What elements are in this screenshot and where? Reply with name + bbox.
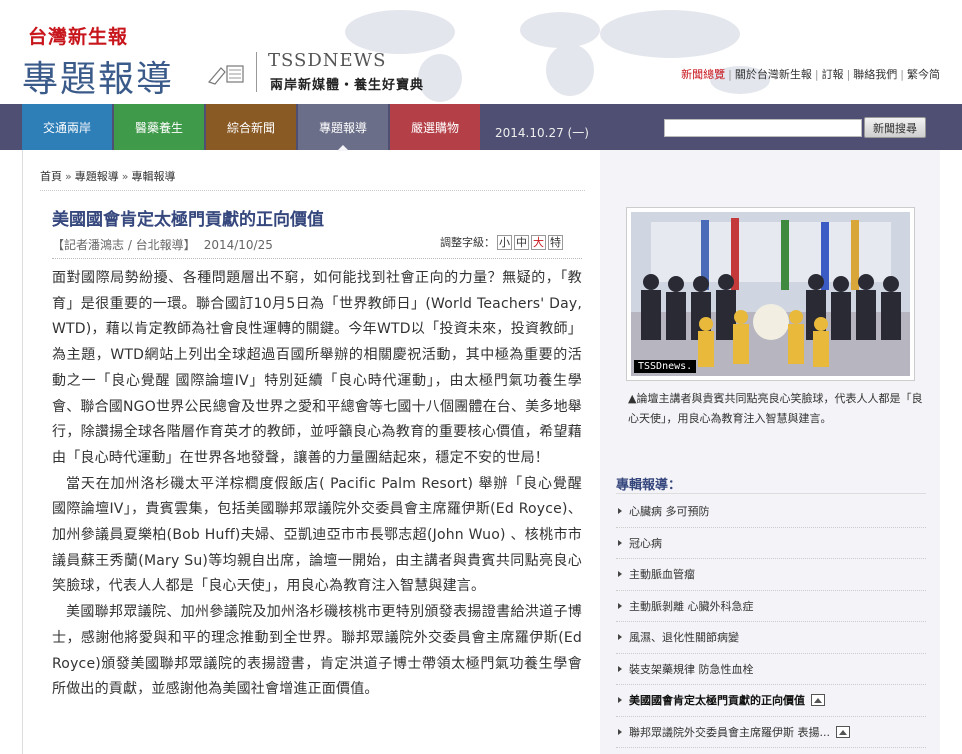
tab-cross-strait[interactable]: 交通兩岸 [22,104,112,150]
list-item-label: 主動脈血管瘤 [629,568,695,582]
bullet-arrow-icon [618,697,622,704]
top-links: 新聞總覽 | 關於台灣新生報 | 訂報 | 聯絡我們 | 繁今简 [681,68,940,81]
bullet-arrow-icon [618,571,622,578]
image-icon [836,725,850,738]
list-item[interactable]: 裝支架藥規律 防急性血栓 [616,654,926,685]
list-item[interactable]: 主動脈血管瘤 [616,559,926,591]
tab-special-report[interactable]: 專題報導 [298,104,388,151]
list-item-label: 風濕、退化性關節病變 [629,631,739,645]
breadcrumb-special-report[interactable]: 專題報導 [75,170,119,183]
tab-health[interactable]: 醫藥養生 [114,104,204,150]
sidebar-title: 專輯報導： [616,478,682,493]
byline-date: 2014/10/25 [203,238,273,252]
bullet-arrow-icon [618,634,622,641]
list-item[interactable]: 風濕、退化性關節病變 [616,622,926,654]
list-item-current[interactable]: 美國國會肯定太極門貢獻的正向價值 [616,685,926,717]
site-header: 台灣新生報 專題報導 TSSDNEWS 兩岸新媒體・養生好寶典 新聞總覽 | 關於台… [0,0,962,104]
bullet-arrow-icon [618,728,622,735]
list-item-label: 冠心病 [629,536,662,550]
search-input[interactable] [664,119,862,137]
list-item-label: 心臟病 多可預防 [629,505,710,519]
list-item[interactable]: 心臟病 多可預防 [616,496,926,528]
image-icon [811,694,825,707]
font-size-large-button[interactable]: 大 [531,234,546,250]
list-item-label: 美國國會肯定太極門貢獻的正向價值 [629,694,805,708]
article-paragraph: 面對國際局勢紛擾、各種問題層出不窮，如何能找到社會正向的力量？無疑的，「教育」是… [52,270,582,466]
font-size-control: 調整字級： 小 中 大 特 [440,234,563,250]
photo-caption: ▲論壇主講者與貴賓共同點亮良心笑臉球，代表人人都是「良心天使」，用良心為教育注入… [628,392,923,425]
font-size-xlarge-button[interactable]: 特 [548,234,563,250]
photo-watermark: TSSDnews. [634,360,697,373]
font-size-small-button[interactable]: 小 [497,234,512,250]
current-date: 2014.10.27 (一) [495,126,589,140]
magazine-icon [207,65,244,85]
bullet-arrow-icon [618,602,622,609]
font-size-medium-button[interactable]: 中 [514,234,529,250]
byline-author: 【記者潘鴻志 / 台北報導】 [52,238,196,252]
list-item[interactable]: 聯邦眾議院外交委員會主席羅伊斯 表揚... [616,717,926,748]
article-byline: 【記者潘鴻志 / 台北報導】 2014/10/25 [52,236,273,253]
header-divider [256,52,257,92]
article-paragraph: 當天在加州洛杉磯太平洋棕櫚度假飯店( Pacific Palm Resort) … [52,475,582,595]
breadcrumb: 首頁» 專題報導» 專輯報導 [40,170,176,183]
bullet-arrow-icon [618,539,622,546]
section-logo: 專題報導 [22,59,175,100]
article-paragraph: 美國聯邦眾議院、加州參議院及加州洛杉磯核桃市更特別頒發表揚證書給洪道子博士，感謝… [52,604,582,698]
list-item[interactable]: 冠心病 [616,528,926,559]
title-divider [52,258,582,259]
link-about[interactable]: 關於台灣新生報 [735,68,812,81]
list-item-label: 主動脈剝離 心臟外科急症 [629,599,754,613]
link-news-overview[interactable]: 新聞總覽 [681,68,725,81]
related-articles-list: 心臟病 多可預防 冠心病 主動脈血管瘤 主動脈剝離 心臟外科急症 風濕、退化性關… [616,496,926,748]
brand-english: TSSDNEWS [268,50,387,71]
bullet-arrow-icon [618,665,622,672]
article-title: 美國國會肯定太極門貢獻的正向價值 [52,210,324,230]
breadcrumb-home[interactable]: 首頁 [40,170,62,183]
bullet-arrow-icon [618,508,622,515]
font-size-label: 調整字級： [440,236,495,249]
search-button[interactable]: 新聞搜尋 [864,117,926,138]
breadcrumb-divider [40,190,585,191]
list-item[interactable]: 主動脈剝離 心臟外科急症 [616,591,926,622]
list-item-label: 裝支架藥規律 防急性血栓 [629,662,754,676]
list-item-label: 聯邦眾議院外交委員會主席羅伊斯 表揚... [629,725,830,739]
breadcrumb-album[interactable]: 專輯報導 [131,170,175,183]
tab-general-news[interactable]: 綜合新聞 [206,104,296,150]
article-body: 面對國際局勢紛擾、各種問題層出不窮，如何能找到社會正向的力量？無疑的，「教育」是… [52,266,582,703]
link-contact[interactable]: 聯絡我們 [853,68,897,81]
sidebar-divider [616,493,926,494]
link-subscribe[interactable]: 訂報 [822,68,844,81]
tab-shopping[interactable]: 嚴選購物 [390,104,480,150]
brand-slogan: 兩岸新媒體・養生好寶典 [270,78,425,93]
article-photo[interactable] [631,212,910,376]
newspaper-logo[interactable]: 台灣新生報 [28,22,128,49]
link-language-switch[interactable]: 繁今简 [907,68,940,81]
